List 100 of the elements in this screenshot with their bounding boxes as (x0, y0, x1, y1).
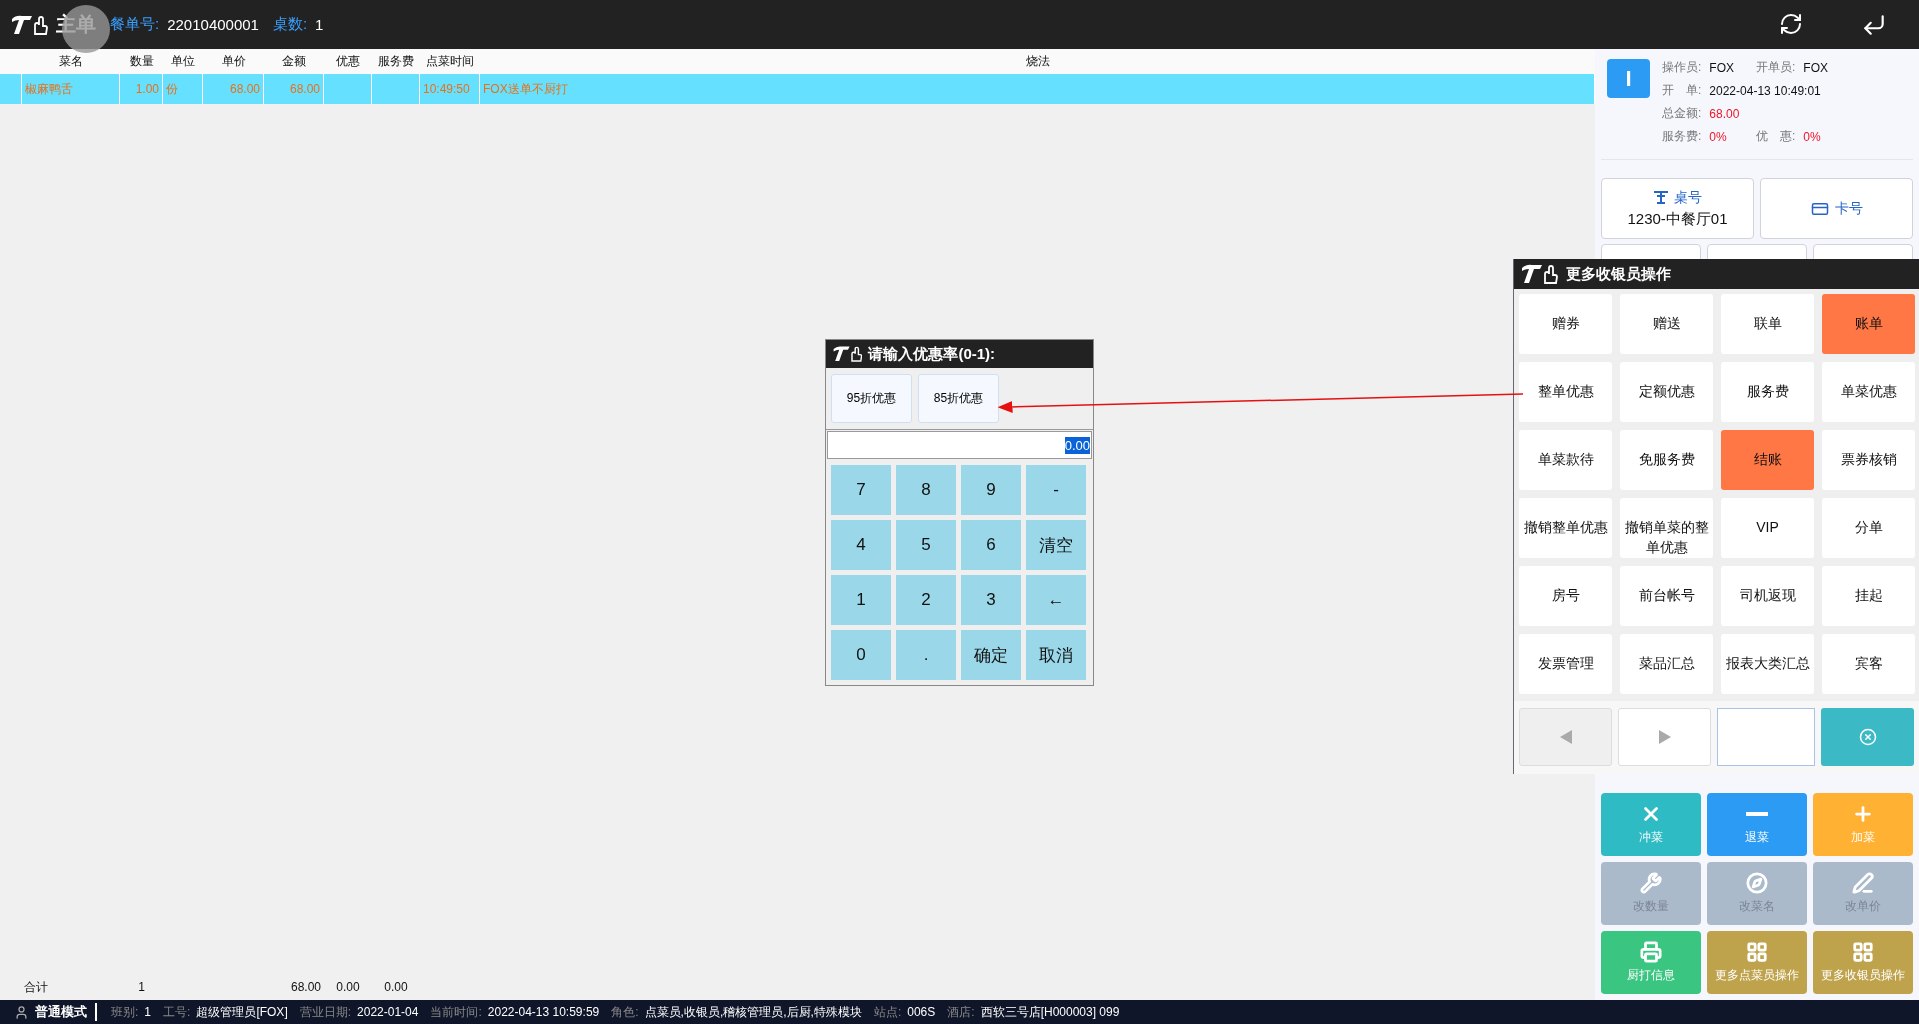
menu-button[interactable]: 结账 (1721, 430, 1814, 490)
table-number-label: 桌号 (1673, 188, 1702, 207)
table-cell: 10:49:50 (420, 74, 480, 104)
menu-button[interactable]: 撤销整单优惠 (1519, 498, 1612, 558)
status-value: 2022-01-04 (357, 1005, 419, 1019)
table-count: 1 (315, 16, 324, 33)
keypad-key[interactable]: - (1026, 465, 1086, 515)
rate-input[interactable]: 0.00 (827, 431, 1092, 459)
total-cell-text: 0.00 (335, 979, 361, 996)
menu-button[interactable]: 联单 (1721, 294, 1814, 354)
plus-icon (1852, 803, 1874, 825)
total-cell-text: 1 (137, 979, 146, 996)
next-page-button[interactable] (1618, 708, 1711, 766)
keypad-key[interactable]: . (896, 630, 956, 680)
order-number: 22010400001 (167, 16, 259, 33)
menu-button[interactable]: 挂起 (1822, 566, 1915, 626)
menu-button[interactable]: 报表大类汇总 (1721, 634, 1814, 694)
status-label: 站点: (873, 1003, 902, 1021)
status-label: 酒店: (947, 1003, 975, 1021)
card-number-label: 卡号 (1834, 199, 1863, 218)
wrench-icon (1640, 872, 1662, 894)
column-header: 单价 (220, 53, 247, 70)
menu-button[interactable]: 免服务费 (1620, 430, 1713, 490)
info-value: 2022-04-13 10:49:01 (1709, 83, 1822, 98)
menu-button[interactable]: 发票管理 (1519, 634, 1612, 694)
total-cell-text: 0.00 (383, 979, 409, 996)
menu-button[interactable]: 单菜款待 (1519, 430, 1612, 490)
menu-button[interactable]: 房号 (1519, 566, 1612, 626)
keypad-key[interactable]: 清空 (1026, 520, 1086, 570)
minus-icon (1746, 812, 1768, 816)
info-label: 开单员: (1756, 59, 1796, 76)
keypad-key[interactable]: 7 (831, 465, 891, 515)
status-label: 班别: (111, 1003, 139, 1021)
info-value: 0% (1803, 129, 1822, 144)
printer-icon (1640, 941, 1662, 963)
clear-button[interactable] (1821, 708, 1914, 766)
table-cell: 1.00 (120, 74, 163, 104)
keypad-key[interactable]: 1 (831, 575, 891, 625)
pen-icon (1852, 872, 1874, 894)
clear-icon (1858, 728, 1877, 746)
preset-button[interactable]: 85折优惠 (918, 374, 999, 423)
dialog-title: 请输入优惠率(0-1): (868, 344, 996, 364)
menu-button[interactable]: 撤销单菜的整单优惠 (1620, 498, 1713, 558)
menu-button[interactable]: VIP (1721, 498, 1814, 558)
keypad-key[interactable]: ← (1026, 575, 1086, 625)
menu-button[interactable]: 服务费 (1721, 362, 1814, 422)
info-value: 68.00 (1709, 106, 1741, 121)
keypad-key[interactable]: 3 (961, 575, 1021, 625)
table-icon (1653, 191, 1668, 204)
status-label: 当前时间: (430, 1003, 482, 1021)
status-label: 营业日期: (299, 1003, 352, 1021)
status-label: 角色: (611, 1003, 639, 1021)
operator-avatar: I (1607, 59, 1650, 98)
keypad-key[interactable]: 4 (831, 520, 891, 570)
table-count-label: 桌数: (272, 15, 308, 34)
menu-button[interactable]: 单菜优惠 (1822, 362, 1915, 422)
menu-button[interactable]: 分单 (1822, 498, 1915, 558)
menu-button[interactable]: 前台帐号 (1620, 566, 1713, 626)
logo-icon (1520, 263, 1558, 285)
total-cell-text: 68.00 (289, 979, 322, 996)
column-header: 单位 (170, 53, 196, 70)
keypad-key[interactable]: 确定 (961, 630, 1021, 680)
keypad-key[interactable]: 取消 (1026, 630, 1086, 680)
column-header: 烧法 (1024, 53, 1051, 70)
menu-button[interactable]: 账单 (1822, 294, 1915, 354)
menu-button[interactable]: 整单优惠 (1519, 362, 1612, 422)
keypad-key[interactable]: 2 (896, 575, 956, 625)
mode-label: 普通模式 (35, 1003, 97, 1021)
column-header: 数量 (128, 53, 155, 70)
keypad-key[interactable]: 8 (896, 465, 956, 515)
preset-button[interactable]: 95折优惠 (831, 374, 912, 423)
table-cell: 椒麻鸭舌 (22, 74, 120, 104)
column-header: 优惠 (335, 53, 361, 70)
menu-button[interactable]: 菜品汇总 (1620, 634, 1713, 694)
grid-icon (1852, 941, 1874, 963)
menu-button[interactable]: 司机返现 (1721, 566, 1814, 626)
menu-button[interactable]: 赠送 (1620, 294, 1713, 354)
info-label: 服务费: (1662, 128, 1702, 145)
menu-title: 更多收银员操作 (1566, 264, 1671, 284)
keypad-key[interactable]: 0 (831, 630, 891, 680)
table-number-value: 1230-中餐厅01 (1627, 209, 1728, 229)
keypad-key[interactable]: 9 (961, 465, 1021, 515)
info-value: FOX (1803, 60, 1829, 75)
info-label: 优 惠: (1756, 128, 1796, 145)
menu-button[interactable]: 赠券 (1519, 294, 1612, 354)
card-number-button[interactable]: 卡号 (1760, 178, 1913, 239)
keypad-key[interactable]: 6 (961, 520, 1021, 570)
table-cell: 68.00 (264, 74, 324, 104)
column-header: 金额 (281, 53, 307, 70)
user-icon (14, 1004, 29, 1020)
logo-icon (832, 345, 863, 363)
search-field[interactable] (1717, 708, 1815, 766)
keypad-key[interactable]: 5 (896, 520, 956, 570)
info-label: 开 单: (1662, 82, 1702, 99)
table-number-button[interactable]: 桌号 1230-中餐厅01 (1601, 178, 1754, 239)
menu-button[interactable]: 定额优惠 (1620, 362, 1713, 422)
menu-button[interactable]: 票券核销 (1822, 430, 1915, 490)
grid-icon (1746, 941, 1768, 963)
info-value: 0% (1709, 129, 1728, 144)
menu-button[interactable]: 宾客 (1822, 634, 1915, 694)
